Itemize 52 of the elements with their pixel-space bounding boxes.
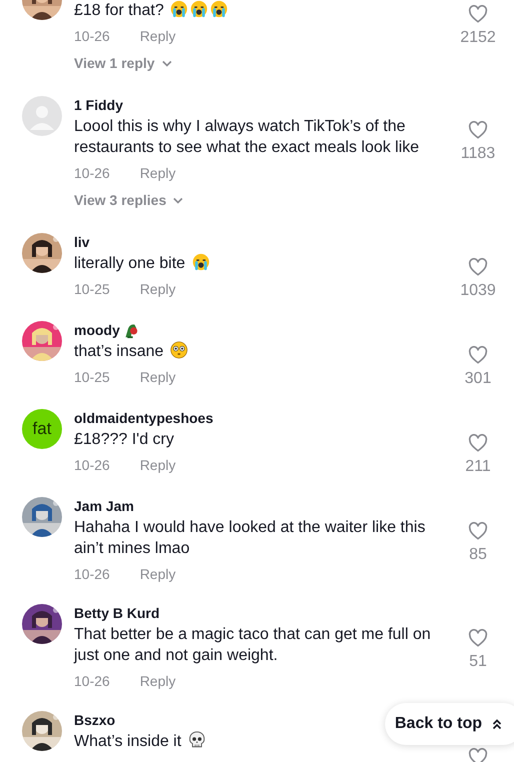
chevron-down-icon <box>162 60 172 66</box>
reply-link[interactable]: Reply <box>140 26 176 46</box>
heart-icon[interactable] <box>468 346 488 364</box>
heart-icon[interactable] <box>468 4 488 23</box>
username[interactable]: Bszxo <box>74 711 116 729</box>
reply-link[interactable]: Reply <box>140 671 176 691</box>
chevron-down-icon <box>173 196 184 204</box>
reply-link[interactable]: Reply <box>140 279 176 299</box>
comment-text: Hahaha I would have looked at the waiter like this ain’t mines lmao <box>74 519 426 557</box>
username[interactable]: oldmaidentypeshoes <box>74 409 214 427</box>
comment-text: literally one bite <box>74 255 186 272</box>
like-count: 211 <box>465 458 491 475</box>
like-count: 85 <box>469 546 487 563</box>
heart-icon[interactable] <box>468 748 488 762</box>
username[interactable]: moody <box>74 321 120 339</box>
comment-text: Loool this is why I always watch TikTok’s of the restaurants to see what the exact meals look like <box>74 118 420 156</box>
comment-text: £18 for that? <box>74 2 164 19</box>
comment-date: 10-26 <box>74 565 110 584</box>
back-to-top-button[interactable]: Back to top <box>384 703 514 745</box>
view-replies-link[interactable]: View 3 replies <box>74 191 184 209</box>
comment-date: 10-26 <box>74 672 110 691</box>
heart-icon[interactable] <box>468 120 488 139</box>
like-count: 51 <box>469 653 487 670</box>
heart-icon[interactable] <box>468 434 488 452</box>
avatar-icon <box>22 96 62 136</box>
like-count: 1039 <box>460 282 496 299</box>
comment-text: That better be a magic taco that can get me full on just one and not gain weight. <box>74 626 431 664</box>
username[interactable]: Jam Jam <box>74 497 134 515</box>
comment-date: 10-26 <box>74 164 110 183</box>
like-count: 1183 <box>460 145 496 162</box>
username[interactable]: Betty B Kurd <box>74 604 160 622</box>
like-count: 2152 <box>460 29 496 46</box>
like-count: 301 <box>464 370 492 387</box>
username[interactable]: 1 Fiddy <box>74 96 124 114</box>
reply-link[interactable]: Reply <box>140 367 176 387</box>
comment-text: £18??? I'd cry <box>74 431 174 448</box>
double-chevron-up-icon <box>492 718 502 730</box>
reply-link[interactable]: Reply <box>140 564 176 584</box>
comment-date: 10-26 <box>74 456 110 475</box>
heart-icon[interactable] <box>468 628 488 647</box>
view-replies-link[interactable]: View 1 reply <box>74 54 172 72</box>
comment-text: What’s inside it <box>74 733 182 750</box>
comment-text: that’s insane <box>74 343 164 360</box>
avatar-text: fat <box>32 418 52 440</box>
heart-icon[interactable] <box>468 258 488 276</box>
comment-date: 10-26 <box>74 27 110 46</box>
heart-icon[interactable] <box>468 522 488 540</box>
reply-link[interactable]: Reply <box>140 163 176 183</box>
comment-date: 10-25 <box>74 368 110 387</box>
username[interactable]: liv <box>74 233 90 251</box>
reply-link[interactable]: Reply <box>140 455 176 475</box>
comment-date: 10-25 <box>74 280 110 299</box>
